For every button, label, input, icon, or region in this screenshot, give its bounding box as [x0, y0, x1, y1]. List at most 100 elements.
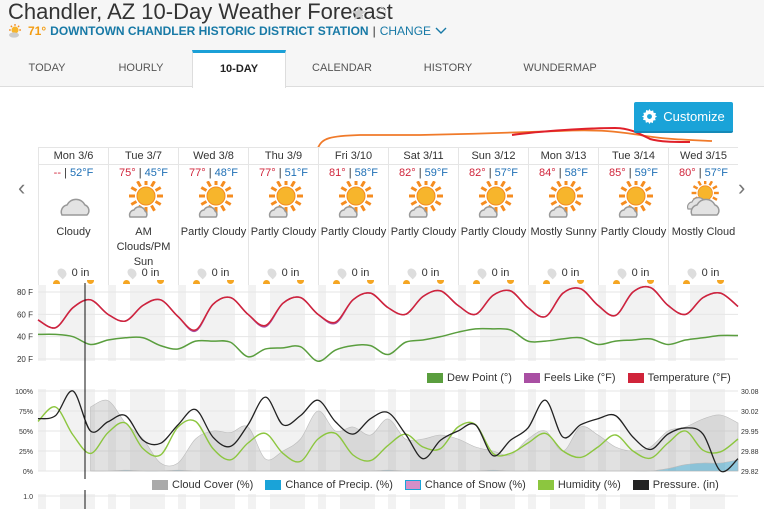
tab-10-day[interactable]: 10-DAY — [192, 50, 286, 88]
condition: Partly Cloudy — [250, 226, 317, 238]
day-column[interactable]: Fri 3/10 81° | 58°F Partly Cloudy 0 in — [318, 148, 388, 286]
partly-cloudy-icon — [179, 181, 248, 221]
tab-calendar[interactable]: CALENDAR — [305, 50, 379, 87]
precip-amount: 0 in — [561, 267, 580, 279]
low-temp: 51°F — [284, 167, 308, 179]
y-tick-label: 75% — [19, 409, 33, 416]
y-tick-label: 100% — [15, 389, 33, 396]
tab-history[interactable]: HISTORY — [415, 50, 481, 87]
day-column[interactable]: Sun 3/12 82° | 57°F Partly Cloudy 0 in — [458, 148, 528, 286]
condition: Partly Cloudy — [180, 226, 247, 238]
y-tick-label: 80 F — [17, 288, 33, 297]
raindrop-icon — [685, 266, 698, 280]
precip-amount: 0 in — [351, 267, 370, 279]
high-temp: 82° — [469, 167, 486, 179]
station-link[interactable]: DOWNTOWN CHANDLER HISTORIC DISTRICT STAT… — [50, 24, 368, 38]
high-temp: 85° — [609, 167, 626, 179]
condition: AM Clouds/PM Sun — [116, 226, 171, 268]
y2-tick-label: 29.95 — [741, 429, 759, 436]
precip-chart: 1.0 — [23, 490, 738, 509]
previous-arrow-icon[interactable]: ‹ — [18, 175, 25, 201]
day-column[interactable]: Wed 3/15 80° | 57°F Mostly Cloud 0 in — [668, 148, 738, 286]
temps: 80° | 57°F — [679, 167, 728, 179]
low-temp: 45°F — [144, 167, 168, 179]
raindrop-icon — [195, 266, 208, 280]
favorite-star-icon[interactable]: ★ — [350, 1, 368, 26]
precip-amount: 0 in — [701, 267, 720, 279]
precip-amount: 0 in — [141, 267, 160, 279]
precip-amount: 0 in — [421, 267, 440, 279]
raindrop-icon — [545, 266, 558, 280]
low-temp: 58°F — [564, 167, 588, 179]
day-label: Mon 3/13 — [529, 148, 598, 165]
high-temp: 77° — [259, 167, 276, 179]
y-tick-label: 25% — [19, 449, 33, 456]
day-label: Wed 3/15 — [669, 148, 738, 165]
chevron-down-icon[interactable] — [435, 27, 447, 35]
low-temp: 59°F — [634, 167, 658, 179]
tab-today[interactable]: TODAY — [18, 50, 76, 87]
precip-amount: 0 in — [71, 267, 90, 279]
y-tick-label: 20 F — [17, 355, 33, 364]
change-station-button[interactable]: CHANGE — [380, 24, 431, 38]
y2-tick-label: 30.02 — [741, 409, 759, 416]
high-temp: -- — [53, 167, 61, 179]
home-icon[interactable]: ⌂ — [376, 1, 387, 23]
mostly-cloudy-icon — [669, 181, 738, 221]
y2-tick-label: 29.88 — [741, 449, 759, 456]
day-label: Fri 3/10 — [319, 148, 388, 165]
condition: Partly Cloudy — [390, 226, 457, 238]
day-column[interactable]: Wed 3/8 77° | 48°F Partly Cloudy 0 in — [178, 148, 248, 286]
day-column[interactable]: Thu 3/9 77° | 51°F Partly Cloudy 0 in — [248, 148, 318, 286]
temps: 84° | 58°F — [539, 167, 588, 179]
next-arrow-icon[interactable]: › — [738, 175, 745, 201]
tab-wundermap[interactable]: WUNDERMAP — [515, 50, 605, 87]
precip: 0 in — [599, 266, 668, 280]
precip: 0 in — [319, 266, 388, 280]
low-temp: 58°F — [354, 167, 378, 179]
raindrop-icon — [335, 266, 348, 280]
forecast-days: Mon 3/6 -- | 52°F Cloudy 0 in Tue 3/7 75… — [38, 147, 738, 286]
day-label: Thu 3/9 — [249, 148, 318, 165]
day-column[interactable]: Tue 3/14 85° | 59°F Partly Cloudy 0 in — [598, 148, 668, 286]
conditions-chart: 100% 30.08 75% 30.02 50% 29.95 25% 29.88 0% 29.82 — [15, 383, 759, 479]
high-temp: 77° — [189, 167, 206, 179]
page-header: Chandler, AZ 10-Day Weather Forecast ★ ⌂… — [0, 0, 764, 88]
temps: 77° | 51°F — [259, 167, 308, 179]
day-label: Wed 3/8 — [179, 148, 248, 165]
day-column[interactable]: Sat 3/11 82° | 59°F Partly Cloudy 0 in — [388, 148, 458, 286]
y-tick-label: 1.0 — [23, 494, 33, 501]
day-column[interactable]: Tue 3/7 75° | 45°F AM Clouds/PM Sun 0 in — [108, 148, 178, 286]
partly-cloudy-icon — [109, 181, 178, 221]
temps: 75° | 45°F — [119, 167, 168, 179]
y2-tick-label: 29.82 — [741, 469, 759, 476]
customize-button[interactable]: Customize — [634, 102, 733, 133]
partly-cloudy-icon — [599, 181, 668, 221]
station-bar: 71° DOWNTOWN CHANDLER HISTORIC DISTRICT … — [8, 24, 447, 38]
condition: Cloudy — [56, 226, 91, 238]
precip: 0 in — [39, 266, 108, 280]
day-label: Tue 3/14 — [599, 148, 668, 165]
tab-bar: TODAY HOURLY 10-DAY CALENDAR HISTORY WUN… — [0, 50, 764, 88]
day-label: Sat 3/11 — [389, 148, 458, 165]
page-title: Chandler, AZ 10-Day Weather Forecast — [8, 0, 393, 24]
condition: Mostly Cloud — [671, 226, 736, 238]
day-column[interactable]: Mon 3/6 -- | 52°F Cloudy 0 in — [38, 148, 108, 286]
separator: | — [372, 24, 376, 38]
day-column[interactable]: Mon 3/13 84° | 58°F Mostly Sunny 0 in — [528, 148, 598, 286]
precip: 0 in — [179, 266, 248, 280]
day-label: Tue 3/7 — [109, 148, 178, 165]
partly-cloudy-icon — [459, 181, 528, 221]
day-label: Sun 3/12 — [459, 148, 528, 165]
temps: 85° | 59°F — [609, 167, 658, 179]
low-temp: 57°F — [494, 167, 518, 179]
raindrop-icon — [265, 266, 278, 280]
y2-tick-label: 30.08 — [741, 389, 759, 396]
precip-amount: 0 in — [631, 267, 650, 279]
y-tick-label: 0% — [23, 469, 33, 476]
precip-amount: 0 in — [491, 267, 510, 279]
partly-cloudy-icon — [249, 181, 318, 221]
tab-hourly[interactable]: HOURLY — [110, 50, 172, 87]
condition: Partly Cloudy — [320, 226, 387, 238]
y-tick-label: 40 F — [17, 333, 33, 342]
